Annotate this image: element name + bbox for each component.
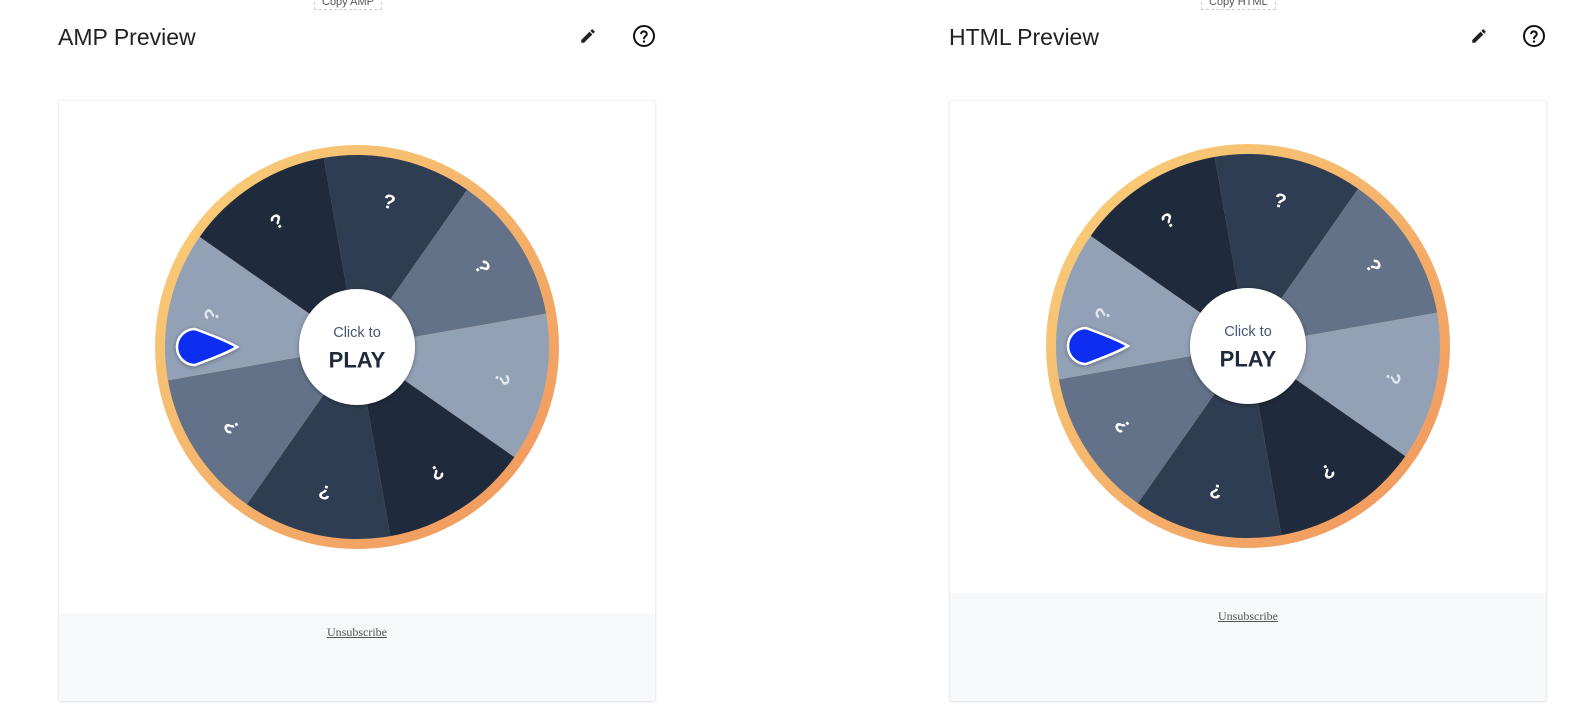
html-preview-title: HTML Preview [949, 24, 1099, 50]
unsubscribe-link[interactable]: Unsubscribe [59, 625, 655, 640]
amp-edit-button[interactable] [576, 26, 600, 50]
play-button-caption: Click to [333, 325, 381, 341]
spin-wheel[interactable]: ????????Click toPLAY [1046, 144, 1450, 548]
play-button-caption: Click to [1224, 324, 1272, 340]
help-circle-icon [1522, 24, 1546, 53]
html-preview-card: ???????? Click to PLAY Unsubscribe [950, 101, 1546, 701]
amp-email-footer: Unsubscribe [59, 613, 655, 701]
play-button-label: PLAY [1220, 347, 1277, 372]
amp-email-body: ???????? Click to PLAY [59, 101, 655, 609]
html-email-body: ???????? Click to PLAY [950, 101, 1546, 593]
html-help-button[interactable] [1522, 24, 1546, 53]
html-email-footer: Unsubscribe [950, 593, 1546, 701]
unsubscribe-link[interactable]: Unsubscribe [950, 609, 1546, 624]
copy-amp-button[interactable]: Copy AMP [314, 0, 382, 10]
pencil-icon [579, 27, 597, 50]
amp-preview-card: ???????? Click to PLAY Unsubscribe [59, 101, 655, 701]
spin-wheel[interactable]: ????????Click toPLAY [155, 145, 559, 549]
pencil-icon [1470, 27, 1488, 50]
help-circle-icon [632, 24, 656, 53]
amp-help-button[interactable] [632, 24, 656, 53]
amp-preview-title: AMP Preview [58, 24, 196, 50]
copy-html-button[interactable]: Copy HTML [1201, 0, 1276, 10]
html-edit-button[interactable] [1467, 26, 1491, 50]
play-button-label: PLAY [329, 348, 386, 373]
